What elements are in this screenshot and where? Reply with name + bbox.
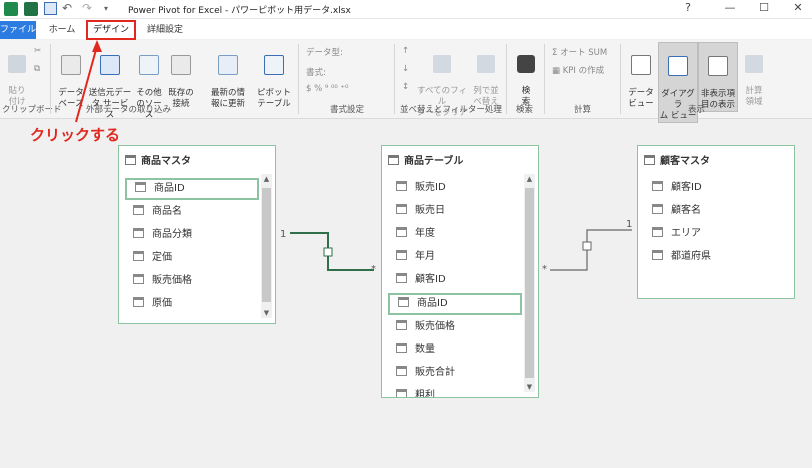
field-icon xyxy=(398,297,409,307)
field-icon xyxy=(135,182,146,192)
scroll-thumb[interactable] xyxy=(525,188,534,378)
field-row[interactable]: エリア xyxy=(652,224,701,244)
field-icon xyxy=(396,366,407,376)
field-icon xyxy=(133,228,144,238)
field-row[interactable]: 商品名 xyxy=(133,202,182,222)
field-row[interactable]: 顧客名 xyxy=(652,201,701,221)
field-row[interactable]: 商品分類 xyxy=(133,225,192,245)
field-row[interactable]: 定価 xyxy=(133,248,172,268)
table-icon xyxy=(388,155,399,165)
field-icon xyxy=(396,273,407,283)
field-icon xyxy=(396,343,407,353)
table-card-product-master[interactable]: 商品マスタ 商品ID 商品名 商品分類 定価 販売価格 原価 ▲ ▼ xyxy=(118,145,276,324)
relation-one-label: 1 xyxy=(280,229,287,240)
field-row[interactable]: 顧客ID xyxy=(652,178,702,198)
field-row[interactable]: 顧客ID xyxy=(396,270,446,290)
scroll-down-icon[interactable]: ▼ xyxy=(261,308,272,318)
scrollbar[interactable]: ▲ ▼ xyxy=(524,174,535,392)
table-title: 商品マスタ xyxy=(125,152,191,167)
table-card-customer-master[interactable]: 顧客マスタ 顧客ID 顧客名 エリア 都道府県 xyxy=(637,145,795,299)
field-row[interactable]: 数量 xyxy=(396,340,435,360)
field-row[interactable]: 年月 xyxy=(396,247,435,267)
field-icon xyxy=(652,204,663,214)
field-icon xyxy=(396,320,407,330)
table-icon xyxy=(644,155,655,165)
field-icon xyxy=(133,205,144,215)
table-card-product-table[interactable]: 商品テーブル 販売ID 販売日 年度 年月 顧客ID 商品ID 販売価格 数量 … xyxy=(381,145,539,398)
field-row[interactable]: 都道府県 xyxy=(652,247,711,267)
field-row[interactable]: 粗利 xyxy=(396,386,435,397)
field-row[interactable]: 販売合計 xyxy=(396,363,455,383)
field-row[interactable]: 販売価格 xyxy=(133,271,192,291)
field-icon xyxy=(133,297,144,307)
field-row[interactable]: 販売ID xyxy=(396,178,446,198)
field-icon xyxy=(396,204,407,214)
field-icon xyxy=(396,227,407,237)
field-icon xyxy=(396,181,407,191)
field-icon xyxy=(652,250,663,260)
field-row[interactable]: 販売日 xyxy=(396,201,445,221)
relation-one-label: 1 xyxy=(626,219,633,230)
field-row[interactable]: 年度 xyxy=(396,224,435,244)
scroll-down-icon[interactable]: ▼ xyxy=(524,382,535,392)
table-title: 商品テーブル xyxy=(388,152,463,167)
field-icon xyxy=(652,181,663,191)
scrollbar[interactable]: ▲ ▼ xyxy=(261,174,272,318)
table-icon xyxy=(125,155,136,165)
scroll-thumb[interactable] xyxy=(262,188,271,302)
field-row[interactable]: 原価 xyxy=(133,294,172,314)
relation-many-label: * xyxy=(371,264,376,275)
field-icon xyxy=(133,274,144,284)
field-row[interactable]: 販売価格 xyxy=(396,317,455,337)
relation-many-label: * xyxy=(542,264,547,275)
field-row[interactable]: 商品ID xyxy=(125,178,259,200)
field-icon xyxy=(396,389,407,397)
field-row[interactable]: 商品ID xyxy=(388,293,522,315)
field-icon xyxy=(133,251,144,261)
scroll-up-icon[interactable]: ▲ xyxy=(261,174,272,184)
table-title: 顧客マスタ xyxy=(644,152,710,167)
field-icon xyxy=(396,250,407,260)
field-icon xyxy=(652,227,663,237)
scroll-up-icon[interactable]: ▲ xyxy=(524,174,535,184)
